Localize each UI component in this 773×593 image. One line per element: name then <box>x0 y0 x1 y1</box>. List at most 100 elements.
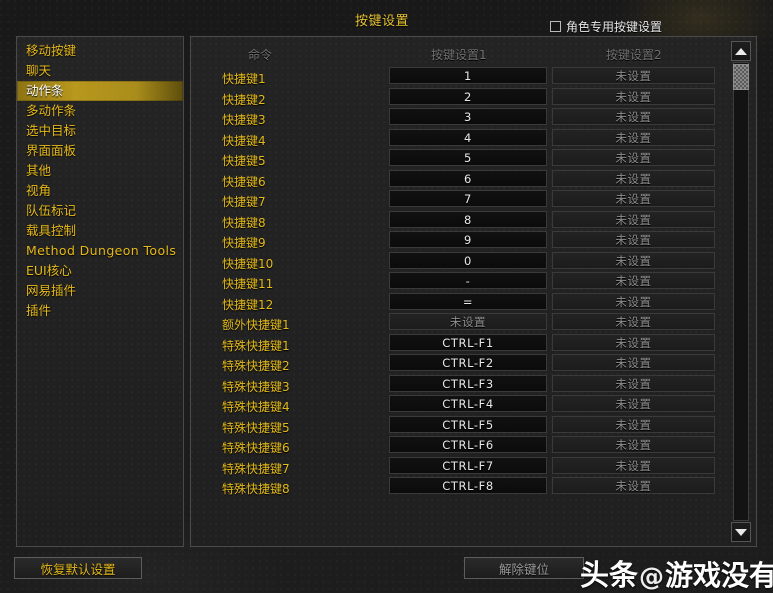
sidebar-item-1[interactable]: 聊天 <box>17 61 183 81</box>
binding-1-button[interactable]: CTRL-F8 <box>389 477 547 494</box>
binding-2-button[interactable]: 未设置 <box>552 190 715 207</box>
binding-command-label: 快捷键3 <box>222 113 266 127</box>
binding-1-button[interactable]: 9 <box>389 231 547 248</box>
column-header-command: 命令 <box>248 48 273 62</box>
sidebar-item-label: 其他 <box>26 163 52 178</box>
page-title: 按键设置 <box>355 14 410 29</box>
binding-2-button[interactable]: 未设置 <box>552 128 715 146</box>
binding-1-button[interactable]: 未设置 <box>389 313 547 330</box>
binding-1-button[interactable]: 3 <box>389 108 547 125</box>
keybindings-window: 按键设置 角色专用按键设置 移动按键聊天动作条 多动作条选中目标界面面板其他视角队… <box>0 0 773 593</box>
binding-2-button[interactable]: 未设置 <box>552 169 715 187</box>
sidebar-item-11[interactable]: EUI核心 <box>17 261 183 281</box>
binding-1-button[interactable]: 6 <box>389 169 547 187</box>
sidebar-item-8[interactable]: 队伍标记 <box>17 201 183 221</box>
binding-1-button[interactable]: CTRL-F5 <box>389 415 547 433</box>
sidebar-item-7[interactable]: 视角 <box>17 181 183 201</box>
sidebar-item-label: 聊天 <box>26 63 52 78</box>
binding-command-label: 快捷键12 <box>222 297 274 312</box>
sidebar-item-label: 插件 <box>26 303 52 318</box>
binding-2-button[interactable]: 未设置 <box>552 477 715 494</box>
category-list: 移动按键聊天动作条 多动作条选中目标界面面板其他视角队伍标记载具控制 Method … <box>17 41 183 321</box>
binding-1-button[interactable]: CTRL-F3 <box>389 374 547 392</box>
scroll-down-button[interactable] <box>731 522 751 542</box>
sidebar-item-6[interactable]: 其他 <box>17 161 183 181</box>
binding-1-button[interactable]: 5 <box>389 149 547 166</box>
binding-1-button[interactable]: - <box>389 272 547 289</box>
sidebar-item-label: 选中目标 <box>26 123 77 138</box>
chevron-down-icon <box>735 528 747 536</box>
unbind-key-button[interactable]: 解除键位 <box>464 557 584 579</box>
binding-row: 特殊快捷键7 CTRL-F7 未设置 <box>191 456 720 478</box>
binding-2-button[interactable]: 未设置 <box>552 87 715 105</box>
binding-1-button[interactable]: CTRL-F6 <box>389 436 547 453</box>
binding-row: 快捷键7 7 未设置 <box>191 190 720 211</box>
binding-row: 特殊快捷键2 CTRL-F2 未设置 <box>191 354 720 375</box>
binding-1-button[interactable]: CTRL-F7 <box>389 456 547 474</box>
binding-rows: 快捷键1 1 未设置 快捷键2 2 未设置 快捷键3 3 未设置 快捷键4 4 未设置 快捷键5 5 未设置… <box>191 67 720 498</box>
binding-2-button[interactable]: 未设置 <box>552 374 715 392</box>
binding-1-button[interactable]: CTRL-F1 <box>389 333 547 351</box>
scroll-up-button[interactable] <box>731 41 751 61</box>
character-specific-checkbox-group[interactable]: 角色专用按键设置 <box>550 18 662 35</box>
binding-2-button[interactable]: 未设置 <box>552 67 715 84</box>
scrollbar-thumb[interactable] <box>733 64 749 90</box>
binding-2-button[interactable]: 未设置 <box>552 395 715 412</box>
binding-row: 快捷键2 2 未设置 <box>191 87 720 109</box>
binding-1-button[interactable]: 8 <box>389 210 547 228</box>
binding-row: 快捷键8 8 未设置 <box>191 210 720 232</box>
binding-command-label: 特殊快捷键2 <box>222 359 290 373</box>
binding-2-button[interactable]: 未设置 <box>552 210 715 228</box>
sidebar-item-13[interactable]: 插件 <box>17 301 183 321</box>
sidebar-item-label: 界面面板 <box>26 143 77 158</box>
binding-row: 快捷键4 4 未设置 <box>191 128 720 150</box>
binding-row: 特殊快捷键8 CTRL-F8 未设置 <box>191 477 720 498</box>
binding-row: 快捷键3 3 未设置 <box>191 108 720 129</box>
binding-1-button[interactable]: 1 <box>389 67 547 84</box>
restore-defaults-button[interactable]: 恢复默认设置 <box>14 557 142 579</box>
binding-2-button[interactable]: 未设置 <box>552 231 715 248</box>
sidebar-item-10[interactable]: Method Dungeon Tools <box>17 241 183 261</box>
binding-2-button[interactable]: 未设置 <box>552 415 715 433</box>
sidebar-item-2[interactable]: 动作条 <box>17 81 183 101</box>
binding-1-button[interactable]: = <box>389 292 547 310</box>
sidebar-item-3[interactable]: 多动作条 <box>17 101 183 121</box>
binding-2-button[interactable]: 未设置 <box>552 436 715 453</box>
sidebar-item-label: 队伍标记 <box>26 203 77 218</box>
binding-2-button[interactable]: 未设置 <box>552 149 715 166</box>
binding-2-button[interactable]: 未设置 <box>552 313 715 330</box>
sidebar-item-12[interactable]: 网易插件 <box>17 281 183 301</box>
binding-row: 快捷键1 1 未设置 <box>191 67 720 88</box>
binding-1-button[interactable]: 4 <box>389 128 547 146</box>
sidebar-item-label: 载具控制 <box>26 223 77 238</box>
binding-command-label: 快捷键6 <box>222 174 266 189</box>
sidebar-item-4[interactable]: 选中目标 <box>17 121 183 141</box>
binding-command-label: 快捷键10 <box>222 256 274 271</box>
binding-command-label: 快捷键4 <box>222 133 266 148</box>
binding-1-button[interactable]: 2 <box>389 87 547 105</box>
column-header-binding-2: 按键设置2 <box>606 48 662 62</box>
binding-2-button[interactable]: 未设置 <box>552 251 715 269</box>
binding-command-label: 特殊快捷键8 <box>222 482 290 496</box>
binding-command-label: 特殊快捷键7 <box>222 461 290 476</box>
binding-row: 特殊快捷键1 CTRL-F1 未设置 <box>191 333 720 355</box>
scrollbar-track[interactable] <box>733 62 749 521</box>
binding-1-button[interactable]: CTRL-F4 <box>389 395 547 412</box>
binding-row: 快捷键12 = 未设置 <box>191 292 720 314</box>
binding-1-button[interactable]: CTRL-F2 <box>389 354 547 371</box>
binding-1-button[interactable]: 0 <box>389 251 547 269</box>
character-specific-checkbox[interactable] <box>550 21 561 32</box>
binding-2-button[interactable]: 未设置 <box>552 108 715 125</box>
sidebar-item-0[interactable]: 移动按键 <box>17 41 183 61</box>
binding-2-button[interactable]: 未设置 <box>552 272 715 289</box>
sidebar-item-9[interactable]: 载具控制 <box>17 221 183 241</box>
scrollbar[interactable] <box>731 41 751 542</box>
binding-command-label: 特殊快捷键3 <box>222 379 290 394</box>
binding-command-label: 快捷键2 <box>222 92 266 107</box>
binding-2-button[interactable]: 未设置 <box>552 456 715 474</box>
binding-1-button[interactable]: 7 <box>389 190 547 207</box>
sidebar-item-5[interactable]: 界面面板 <box>17 141 183 161</box>
binding-2-button[interactable]: 未设置 <box>552 292 715 310</box>
binding-2-button[interactable]: 未设置 <box>552 333 715 351</box>
binding-2-button[interactable]: 未设置 <box>552 354 715 371</box>
